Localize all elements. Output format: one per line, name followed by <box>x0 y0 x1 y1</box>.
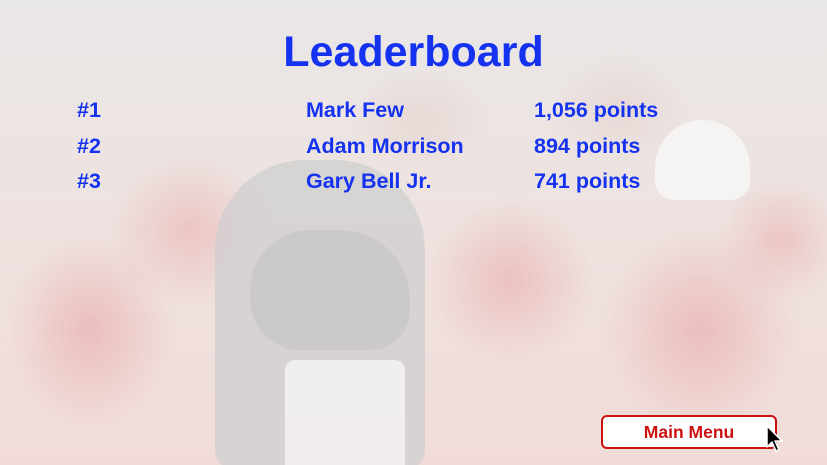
player-points: 894 points <box>534 134 641 158</box>
main-menu-button[interactable]: Main Menu <box>601 415 777 449</box>
rank-label: #1 <box>77 98 101 122</box>
mouse-pointer-icon <box>766 425 783 452</box>
player-points: 1,056 points <box>534 98 659 122</box>
player-points: 741 points <box>534 169 641 193</box>
leaderboard-row: #3 Gary Bell Jr. 741 points <box>0 169 827 199</box>
page-title: Leaderboard <box>283 28 544 76</box>
player-name: Mark Few <box>306 98 404 122</box>
rank-label: #2 <box>77 134 101 158</box>
leaderboard-row: #2 Adam Morrison 894 points <box>0 134 827 164</box>
leaderboard-row: #1 Mark Few 1,056 points <box>0 98 827 128</box>
player-name: Gary Bell Jr. <box>306 169 432 193</box>
player-name: Adam Morrison <box>306 134 464 158</box>
rank-label: #3 <box>77 169 101 193</box>
